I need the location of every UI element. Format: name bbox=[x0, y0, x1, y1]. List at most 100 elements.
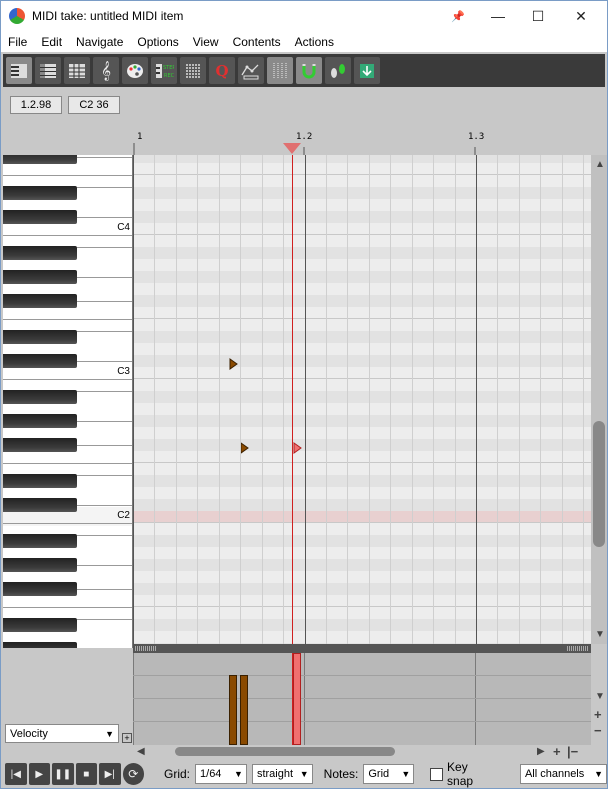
black-key[interactable] bbox=[3, 246, 77, 260]
reaper-app-icon bbox=[9, 8, 25, 24]
black-key[interactable] bbox=[3, 582, 77, 596]
grid-row bbox=[133, 547, 591, 559]
named-notes-icon[interactable] bbox=[35, 57, 61, 84]
white-key-divider bbox=[3, 523, 132, 524]
horizontal-scrollbar[interactable]: ◀ ▶ + |− bbox=[133, 744, 608, 759]
white-key-divider bbox=[77, 535, 132, 536]
black-key[interactable] bbox=[3, 354, 77, 368]
menu-actions[interactable]: Actions bbox=[288, 35, 341, 49]
vertical-scrollbar[interactable]: ▲ ▼ bbox=[591, 155, 607, 644]
black-key[interactable] bbox=[3, 498, 77, 512]
scroll-right-icon[interactable]: ▶ bbox=[537, 746, 545, 757]
grid-row bbox=[133, 367, 591, 379]
black-key[interactable] bbox=[3, 534, 77, 548]
menu-options[interactable]: Options bbox=[130, 35, 185, 49]
midi-editor-window: MIDI take: untitled MIDI item 📌 — ☐ ✕ Fi… bbox=[0, 0, 608, 789]
menu-edit[interactable]: Edit bbox=[34, 35, 69, 49]
grid-snap-icon[interactable] bbox=[267, 57, 293, 84]
selected-midi-note[interactable] bbox=[293, 442, 303, 454]
color-palette-icon[interactable] bbox=[122, 57, 148, 84]
close-button[interactable]: ✕ bbox=[561, 1, 601, 31]
grid-type-select[interactable]: straight ▼ bbox=[251, 764, 313, 784]
selected-velocity-bar[interactable] bbox=[293, 653, 301, 745]
notes-length-select[interactable]: Grid ▼ bbox=[363, 764, 415, 784]
step-input-icon[interactable]: STEP REC bbox=[151, 57, 177, 84]
channel-select[interactable]: All channels ▼ bbox=[519, 764, 608, 784]
piano-roll-grid[interactable] bbox=[133, 155, 591, 644]
black-key[interactable] bbox=[3, 270, 77, 284]
minimize-button[interactable]: — bbox=[478, 1, 518, 31]
playhead-marker-icon[interactable] bbox=[283, 143, 301, 154]
grid-row bbox=[133, 607, 591, 619]
midi-note[interactable] bbox=[229, 358, 239, 370]
stop-button[interactable]: ■ bbox=[75, 763, 97, 785]
black-key[interactable] bbox=[3, 155, 77, 164]
swing-feet-icon[interactable] bbox=[325, 57, 351, 84]
event-list-icon[interactable] bbox=[180, 57, 206, 84]
notation-icon[interactable]: 𝄞 bbox=[93, 57, 119, 84]
go-to-end-button[interactable]: ▶| bbox=[99, 763, 121, 785]
black-key[interactable] bbox=[3, 210, 77, 224]
grid-line bbox=[197, 155, 198, 644]
pause-button[interactable]: ❚❚ bbox=[52, 763, 74, 785]
velocity-bar[interactable] bbox=[229, 675, 237, 745]
quantize-icon[interactable]: Q bbox=[209, 57, 235, 84]
channel-value: All channels bbox=[524, 768, 585, 780]
scroll-left-icon[interactable]: ◀ bbox=[137, 746, 145, 757]
key-snap-checkbox[interactable] bbox=[430, 767, 444, 781]
horizontal-scroll-thumb[interactable] bbox=[175, 747, 395, 756]
cc-curve-icon[interactable] bbox=[238, 57, 264, 84]
grid-line bbox=[497, 155, 498, 644]
drum-grid-icon[interactable] bbox=[64, 57, 90, 84]
loop-icon[interactable]: ⟳ bbox=[122, 763, 144, 785]
h-zoom-out-icon[interactable]: |− bbox=[567, 744, 578, 759]
key-label-c4: C4 bbox=[117, 222, 130, 233]
black-key[interactable] bbox=[3, 474, 77, 488]
black-key[interactable] bbox=[3, 186, 77, 200]
menu-contents[interactable]: Contents bbox=[226, 35, 288, 49]
pin-icon[interactable]: 📌 bbox=[438, 1, 478, 31]
piano-roll-icon[interactable] bbox=[6, 57, 32, 84]
grid-row bbox=[133, 223, 591, 235]
lane-type-select[interactable]: Velocity ▼ bbox=[5, 724, 119, 743]
black-key[interactable] bbox=[3, 330, 77, 344]
menu-file[interactable]: File bbox=[1, 35, 34, 49]
grid-line bbox=[369, 155, 370, 644]
zoom-out-icon[interactable]: − bbox=[594, 723, 602, 738]
black-key[interactable] bbox=[3, 642, 77, 648]
scroll-up-icon[interactable]: ▲ bbox=[595, 159, 605, 170]
grid-row bbox=[133, 283, 591, 295]
black-key[interactable] bbox=[3, 390, 77, 404]
black-key[interactable] bbox=[3, 618, 77, 632]
velocity-bar[interactable] bbox=[240, 675, 248, 745]
grid-line bbox=[176, 155, 177, 644]
black-key[interactable] bbox=[3, 294, 77, 308]
timeline-ruler[interactable]: 1 1.2 1.3 bbox=[133, 129, 591, 155]
lane-divider[interactable] bbox=[133, 644, 591, 653]
h-zoom-in-icon[interactable]: + bbox=[553, 744, 561, 759]
menu-navigate[interactable]: Navigate bbox=[69, 35, 130, 49]
scroll-down-icon[interactable]: ▼ bbox=[595, 629, 605, 640]
zoom-in-icon[interactable]: + bbox=[594, 707, 602, 722]
go-to-start-button[interactable]: |◀ bbox=[5, 763, 27, 785]
velocity-lane[interactable] bbox=[133, 653, 591, 745]
add-lane-button[interactable]: + bbox=[122, 733, 132, 743]
scroll-down-icon[interactable]: ▼ bbox=[595, 691, 605, 702]
play-button[interactable]: ▶ bbox=[28, 763, 50, 785]
black-key[interactable] bbox=[3, 558, 77, 572]
white-key-divider bbox=[77, 391, 132, 392]
grid-row bbox=[133, 619, 591, 631]
black-key[interactable] bbox=[3, 438, 77, 452]
grid-line bbox=[347, 155, 348, 644]
midi-import-icon[interactable] bbox=[354, 57, 380, 84]
grid-line bbox=[390, 155, 391, 644]
vertical-scroll-thumb[interactable] bbox=[593, 421, 605, 547]
magnet-icon[interactable] bbox=[296, 57, 322, 84]
menu-view[interactable]: View bbox=[186, 35, 226, 49]
grid-division-select[interactable]: 1/64 ▼ bbox=[195, 764, 247, 784]
maximize-button[interactable]: ☐ bbox=[518, 1, 558, 31]
midi-note[interactable] bbox=[240, 442, 250, 454]
black-key[interactable] bbox=[3, 414, 77, 428]
piano-keyboard[interactable]: C4 C3 C2 bbox=[3, 155, 133, 648]
grid-row bbox=[133, 343, 591, 355]
